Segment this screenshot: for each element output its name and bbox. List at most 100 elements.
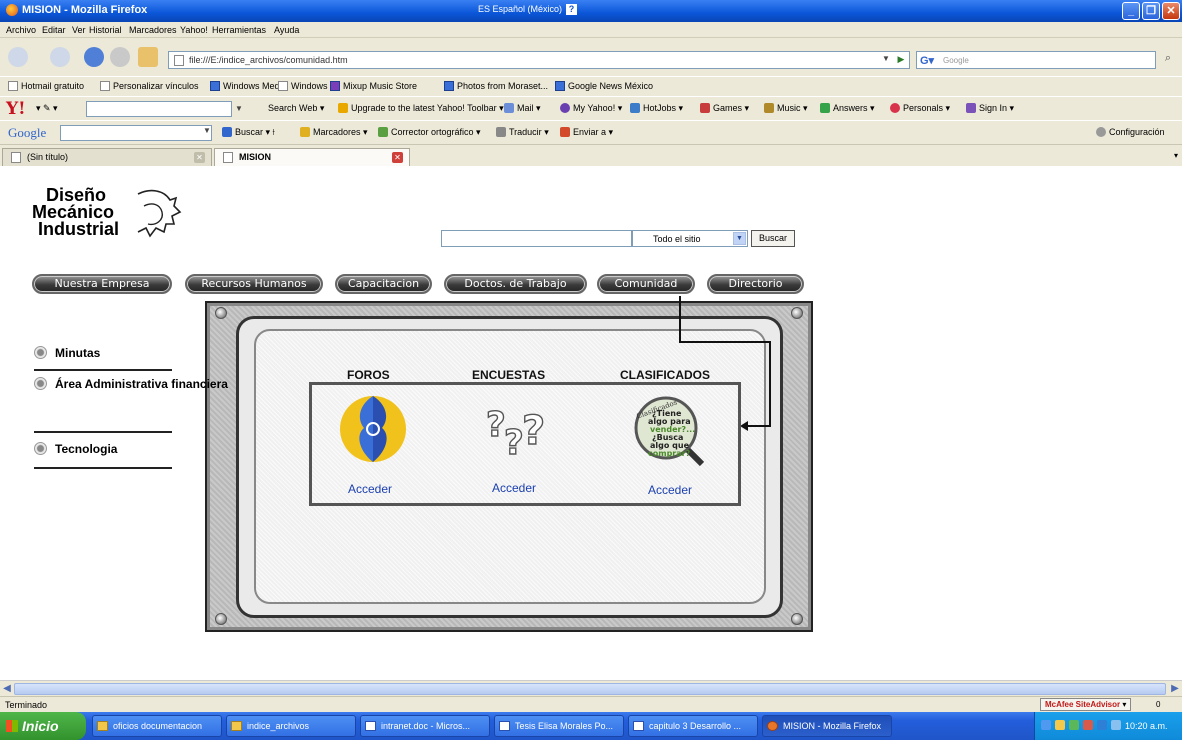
scroll-left-icon[interactable]: ◀: [1, 682, 13, 696]
menu-ayuda[interactable]: Ayuda: [274, 25, 299, 35]
google-toolbar-input[interactable]: [60, 125, 212, 141]
mcafee-siteadvisor[interactable]: McAfee SiteAdvisor ▾: [1040, 698, 1132, 711]
yahoo-dropdown-icon[interactable]: ▼: [233, 101, 245, 117]
foros-acceder-link[interactable]: Acceder: [348, 482, 392, 496]
page-icon: [223, 152, 233, 163]
menu-historial[interactable]: Historial: [89, 25, 122, 35]
task-oficios[interactable]: oficios documentacion: [92, 715, 222, 737]
yahoo-answers[interactable]: Answers ▾: [820, 103, 875, 114]
bolt-icon: [215, 307, 227, 319]
tab-list-icon[interactable]: ▾: [1174, 151, 1178, 160]
address-dropdown-icon[interactable]: ▼: [879, 54, 893, 67]
go-icon[interactable]: ▶: [894, 54, 908, 67]
network-icon[interactable]: [1111, 720, 1121, 730]
bookmark-personalizar[interactable]: Personalizar vínculos: [100, 81, 199, 91]
yahoo-hotjobs[interactable]: HotJobs ▾: [630, 103, 683, 114]
language-indicator[interactable]: ES Español (México)?: [478, 4, 578, 15]
google-marcadores[interactable]: Marcadores ▾: [300, 127, 368, 138]
start-button[interactable]: Inicio: [0, 712, 86, 740]
google-enviar[interactable]: Enviar a ▾: [560, 127, 613, 138]
yahoo-upgrade[interactable]: Upgrade to the latest Yahoo! Toolbar ▾: [338, 103, 504, 114]
site-search-input[interactable]: [441, 230, 632, 247]
task-tesis[interactable]: Tesis Elisa Morales Po...: [494, 715, 624, 737]
nav-recursos-humanos[interactable]: Recursos Humanos: [185, 274, 323, 294]
back-icon[interactable]: [8, 47, 28, 67]
yahoo-music[interactable]: Music ▾: [764, 103, 808, 114]
scrollbar-thumb[interactable]: [14, 683, 1166, 695]
language-label: ES Español (México): [478, 4, 563, 14]
tray-icon[interactable]: [1069, 720, 1079, 730]
buscar-button[interactable]: Buscar: [751, 230, 795, 247]
task-firefox[interactable]: MISION - Mozilla Firefox: [762, 715, 892, 737]
forward-icon[interactable]: [50, 47, 70, 67]
horizontal-scrollbar[interactable]: ◀ ▶: [0, 680, 1182, 696]
tray-icon[interactable]: [1097, 720, 1107, 730]
address-bar[interactable]: file:///E:/indice_archivos/comunidad.htm…: [168, 51, 910, 69]
yahoo-search-input[interactable]: [86, 101, 232, 117]
encuestas-acceder-link[interactable]: Acceder: [492, 481, 536, 495]
task-indice-archivos[interactable]: indice_archivos: [226, 715, 356, 737]
tab-close-icon[interactable]: ✕: [392, 152, 403, 163]
google-settings[interactable]: Configuración: [1096, 127, 1165, 137]
sidebar-item-minutas[interactable]: Minutas: [34, 346, 100, 360]
folder-icon: [231, 721, 242, 731]
bookmark-windows[interactable]: Windows: [278, 81, 328, 91]
search-icon[interactable]: ⌕: [1160, 52, 1176, 68]
sidebar-item-tecnologia[interactable]: Tecnologia: [34, 442, 117, 456]
tab-sin-titulo[interactable]: (Sin título) ✕: [2, 148, 212, 166]
yahoo-search-web[interactable]: Search Web ▾: [268, 103, 324, 114]
google-traducir[interactable]: Traducir ▾: [496, 127, 549, 138]
menu-ver[interactable]: Ver: [72, 25, 86, 35]
google-corrector[interactable]: Corrector ortográfico ▾: [378, 127, 481, 138]
yahoo-logo[interactable]: Y!: [6, 99, 26, 119]
tab-close-icon[interactable]: ✕: [194, 152, 205, 163]
menu-herramientas[interactable]: Herramientas: [212, 25, 266, 35]
scroll-right-icon[interactable]: ▶: [1169, 682, 1181, 696]
yahoo-games[interactable]: Games ▾: [700, 103, 749, 114]
bookmark-google-news[interactable]: Google News México: [555, 81, 653, 91]
close-button[interactable]: ✕: [1162, 2, 1180, 20]
yahoo-sign-in[interactable]: Sign In ▾: [966, 103, 1014, 114]
yahoo-my-yahoo[interactable]: My Yahoo! ▾: [560, 103, 622, 114]
maximize-button[interactable]: ❐: [1142, 2, 1160, 20]
tab-mision[interactable]: MISION ✕: [214, 148, 410, 166]
menu-marcadores[interactable]: Marcadores: [129, 25, 177, 35]
menu-yahoo[interactable]: Yahoo!: [180, 25, 208, 35]
home-icon[interactable]: [138, 47, 158, 67]
yahoo-menu-icon[interactable]: ▾ ✎ ▾: [36, 103, 58, 114]
google-search-box[interactable]: G▾ Google: [916, 51, 1156, 69]
tray-icon[interactable]: [1083, 720, 1093, 730]
bookmark-hotmail[interactable]: Hotmail gratuito: [8, 81, 84, 91]
tray-icon[interactable]: [1055, 720, 1065, 730]
google-buscar[interactable]: Buscar ▾ ⟊: [222, 127, 275, 138]
bookmark-photos[interactable]: Photos from Moraset...: [444, 81, 548, 91]
stop-icon[interactable]: [110, 47, 130, 67]
yahoo-mail[interactable]: Mail ▾: [504, 103, 541, 114]
sidebar-item-area-administrativa[interactable]: Área Administrativa financiera: [34, 377, 228, 391]
bookmark-windows-media[interactable]: Windows Media: [210, 81, 287, 91]
clasificados-acceder-link[interactable]: Acceder: [648, 483, 692, 497]
nav-nuestra-empresa[interactable]: Nuestra Empresa: [32, 274, 172, 294]
nav-doctos-trabajo[interactable]: Doctos. de Trabajo: [444, 274, 587, 294]
task-intranet-doc[interactable]: intranet.doc - Micros...: [360, 715, 490, 737]
chevron-down-icon[interactable]: ▼: [733, 232, 746, 245]
tray-icon[interactable]: [1041, 720, 1051, 730]
bookmark-mixup[interactable]: Mixup Music Store: [330, 81, 417, 91]
question-marks-icon[interactable]: ? ? ?: [478, 396, 558, 466]
google-dropdown-icon[interactable]: ▼: [202, 126, 212, 140]
nav-comunidad[interactable]: Comunidad: [597, 274, 695, 294]
task-capitulo-3[interactable]: capitulo 3 Desarrollo ...: [628, 715, 758, 737]
minimize-button[interactable]: _: [1122, 2, 1140, 20]
help-icon[interactable]: ?: [566, 4, 578, 15]
classifieds-magnifier-icon[interactable]: Clasificados ¿Tiene algo para vender?...…: [630, 392, 710, 472]
yahoo-personals[interactable]: Personals ▾: [890, 103, 950, 114]
firefox-window: MISION - Mozilla Firefox ES Español (Méx…: [0, 0, 1182, 740]
menu-editar[interactable]: Editar: [42, 25, 66, 35]
menu-archivo[interactable]: Archivo: [6, 25, 36, 35]
nav-directorio[interactable]: Directorio: [707, 274, 804, 294]
reload-icon[interactable]: [84, 47, 104, 67]
search-scope-select[interactable]: Todo el sitio ▼: [632, 230, 748, 247]
nav-capacitacion[interactable]: Capacitacion: [335, 274, 432, 294]
google-engine-icon[interactable]: G▾: [920, 54, 934, 67]
forum-faces-icon[interactable]: [338, 394, 408, 464]
